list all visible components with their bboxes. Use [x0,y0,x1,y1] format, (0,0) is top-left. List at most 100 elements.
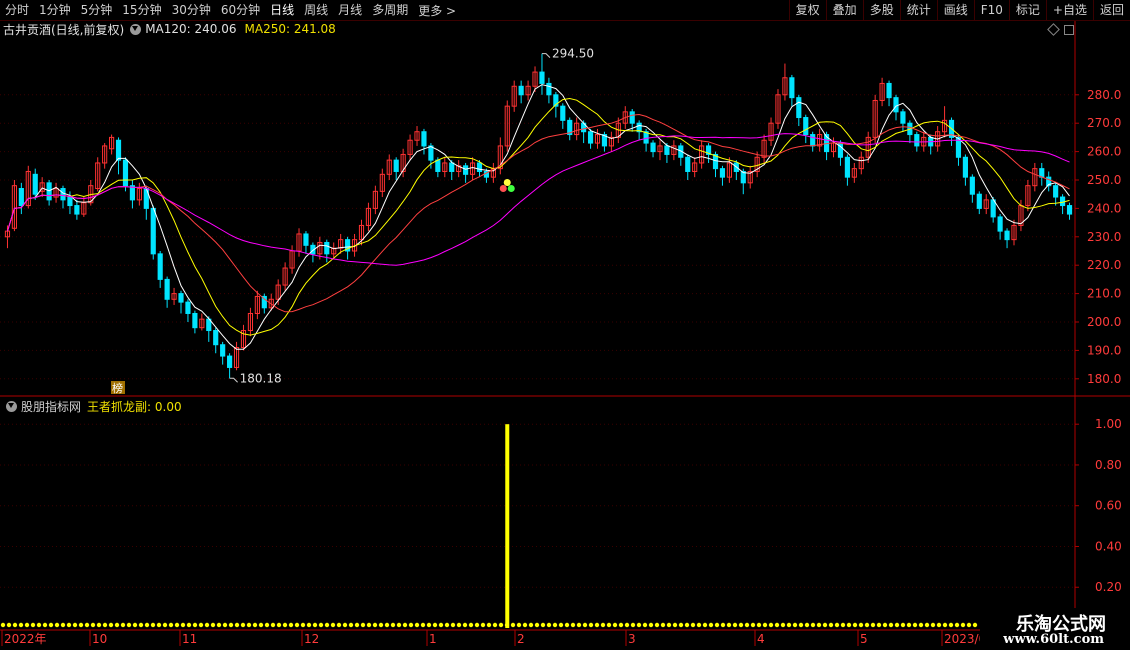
indicator-zero-dot [912,622,918,628]
candle-body [893,97,899,113]
indicator-zero-dot [252,622,258,628]
candle-body [393,159,399,172]
indicator-zero-dot [564,622,570,628]
indicator-zero-dot [660,622,666,628]
indicator-zero-dot [636,622,642,628]
indicator-zero-dot [726,622,732,628]
candle-body [914,134,920,147]
candle-body [803,117,809,136]
indicator-zero-dot [138,622,144,628]
candle-body [32,173,38,195]
indicator-zero-dot [456,622,462,628]
candle-body [719,168,726,178]
kline-chart-area[interactable]: 280.0 270.0 260.0 250.0 240.0 230.0 220.0 210.0… [0,0,1130,650]
x-tick-label: 3 [628,632,636,646]
indicator-zero-dot [372,622,378,628]
indicator-zero-dot [684,622,690,628]
indicator-zero-dot [276,622,282,628]
candle-body [227,355,233,368]
indicator-zero-dot [810,622,816,628]
indicator-zero-dot [360,622,366,628]
indicator-zero-dot [690,622,696,628]
indicator-zero-dot [144,622,150,628]
dropdown-circle-icon[interactable] [6,400,17,412]
indicator-zero-dot [906,622,912,628]
indicator-zero-dot [342,622,348,628]
bang-marker-label: 榜 [112,381,123,395]
indicator-zero-dot [672,622,678,628]
price-mark-label: 294.50 [552,47,594,61]
indicator-zero-dot [570,622,576,628]
indicator-zero-dot [774,622,780,628]
main-y-tick-label: 280.0 [1087,88,1121,102]
indicator-zero-dot [870,622,876,628]
signal-marker-dot [503,179,511,187]
candle-body [1004,230,1010,241]
indicator-zero-dot [522,622,528,628]
candle-body [539,71,545,84]
main-y-tick-label: 180.0 [1087,372,1121,386]
candle-body [587,131,594,144]
indicator-zero-dot [378,622,384,628]
candle-body [428,145,434,161]
indicator-zero-dot [612,622,618,628]
indicator-zero-dot [216,622,222,628]
indicator-zero-dot [12,622,18,628]
indicator-zero-dot [228,622,234,628]
indicator-zero-dot [846,622,852,628]
indicator-zero-dot [642,622,648,628]
indicator-zero-dot [648,622,654,628]
indicator-zero-dot [60,622,66,628]
indicator-zero-dot [756,622,762,628]
main-y-tick-label: 270.0 [1087,116,1121,130]
candle-body [560,105,566,121]
x-tick-label: 4 [757,632,765,646]
indicator-zero-dot [84,622,90,628]
main-y-tick-label: 190.0 [1087,343,1121,357]
ind-y-tick-label: 0.20 [1095,580,1122,594]
indicator-zero-dot [552,622,558,628]
indicator-zero-dot [438,622,444,628]
watermark-logo: 乐淘公式网 www.60lt.com [980,608,1130,650]
indicator-zero-dot [882,622,888,628]
indicator-zero-dot [588,622,594,628]
candle-body [796,97,802,119]
indicator-zero-dot [384,622,390,628]
indicator-zero-dot [282,622,288,628]
indicator-zero-dot [294,622,300,628]
indicator-zero-dot [540,622,546,628]
x-tick-label: 2022年 [4,632,47,646]
indicator-zero-dot [24,622,30,628]
candle-body [886,82,892,99]
indicator-zero-dot [492,622,498,628]
indicator-zero-dot [780,622,786,628]
indicator-zero-dot [162,622,168,628]
indicator-zero-dot [504,622,510,628]
indicator-zero-dot [858,622,864,628]
indicator-zero-dot [936,622,942,628]
candle-body [18,188,24,207]
indicator-zero-dot [480,622,486,628]
indicator-zero-dot [426,622,432,628]
indicator-zero-dot [744,622,750,628]
candle-body [60,188,66,201]
indicator-zero-dot [630,622,636,628]
indicator-zero-dot [18,622,24,628]
indicator-zero-dot [48,622,54,628]
indicator-zero-dot [732,622,738,628]
indicator-zero-dot [942,622,948,628]
candle-body [685,156,691,172]
indicator-zero-dot [132,622,138,628]
price-mark-leader [541,53,551,58]
indicator-zero-dot [714,622,720,628]
candle-body [810,134,816,147]
indicator-zero-dot [90,622,96,628]
indicator-zero-dot [624,622,630,628]
candle-body [1053,185,1059,198]
indicator-panel-name: 股朋指标网 [21,399,82,414]
candle-body [303,233,309,246]
indicator-header: 股朋指标网 王者抓龙副: 0.00 [0,398,182,414]
candle-body [150,207,156,255]
indicator-zero-dot [168,622,174,628]
indicator-zero-dot [864,622,870,628]
